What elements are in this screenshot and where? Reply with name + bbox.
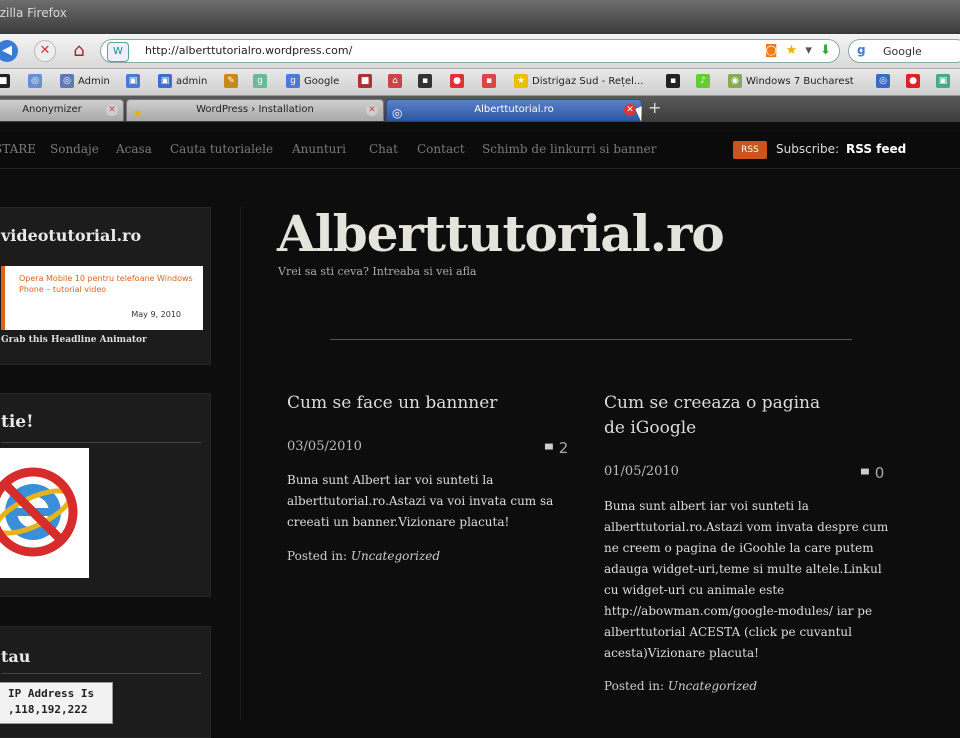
tab-close-icon[interactable]: ✕ (624, 104, 636, 116)
widget-title: tau (1, 647, 31, 666)
tab-strip: Anonymizer ✕ ★ WordPress › Installation … (0, 96, 960, 122)
ip-label: IP Address Is (8, 687, 95, 700)
bookmark-google[interactable]: g Google (286, 73, 339, 91)
nav-stare[interactable]: STARE (0, 142, 36, 156)
tab-anonymizer[interactable]: Anonymizer ✕ (0, 99, 124, 121)
comment-icon: ▀ (861, 470, 869, 481)
nav-cauta-tutorialele[interactable]: Cauta tutorialele (170, 142, 273, 156)
home-button[interactable]: ⌂ (68, 40, 90, 62)
nav-contact[interactable]: Contact (417, 142, 465, 156)
no-ie-widget: tie! (0, 393, 211, 597)
nav-sondaje[interactable]: Sondaje (50, 142, 99, 156)
window-title: Mozilla Firefox (0, 6, 67, 20)
back-button[interactable]: ◀ (0, 40, 18, 62)
window-title-bar[interactable]: Mozilla Firefox (0, 0, 960, 34)
site-identity-icon[interactable]: W (107, 42, 129, 62)
search-bar[interactable]: g Google (848, 39, 960, 63)
headline-card[interactable]: Opera Mobile 10 pentru telefoane Windows… (1, 266, 203, 330)
new-tab-button[interactable]: + (648, 98, 661, 117)
tab-close-icon[interactable]: ✕ (366, 104, 378, 116)
bookmark-icon-5[interactable]: g (253, 73, 271, 91)
post-date: 01/05/2010 (604, 464, 679, 479)
bookmark-icon-11[interactable]: ▪ (666, 73, 684, 91)
ip-address-widget: tau IP Address Is ,118,192,222 (0, 626, 211, 738)
ip-value: ,118,192,222 (8, 703, 88, 716)
google-icon[interactable]: g (857, 43, 866, 57)
bookmark-icon-9[interactable]: ● (450, 73, 468, 91)
divider (1, 442, 201, 443)
bookmark-icon-14[interactable]: ● (906, 73, 924, 91)
tab-alberttutorial[interactable]: ◎ Alberttutorial.ro ✕ (386, 99, 642, 121)
post-title[interactable]: Cum se face un bannner (287, 391, 587, 416)
download-icon[interactable]: ⬇ (820, 43, 831, 58)
bookmark-icon-3[interactable]: ▣ (126, 73, 144, 91)
search-engine-label: Google (883, 45, 922, 58)
grab-headline-link[interactable]: Grab this Headline Animator (1, 335, 147, 345)
bookmark-icon-8[interactable]: ▪ (418, 73, 436, 91)
nav-anunturi[interactable]: Anunturi (292, 142, 346, 156)
card-accent (1, 266, 5, 330)
tab-wordpress-installation[interactable]: ★ WordPress › Installation ✕ (126, 99, 384, 121)
bookmark-icon-4[interactable]: ✎ (224, 73, 242, 91)
post-excerpt: Buna sunt albert iar voi sunteti la albe… (604, 499, 889, 660)
bookmark-admin-2[interactable]: ▣ admin (158, 73, 207, 91)
star-icon: ★ (132, 106, 143, 120)
post-title[interactable]: Cum se creeaza o pagina de iGoogle (604, 391, 834, 441)
site-favicon-icon: ◎ (392, 106, 403, 120)
bookmarks-toolbar: ■ ◎ ◎ Admin ▣ ▣ admin ✎ g g Google ■ ⌂ ▪ ● … (0, 69, 960, 96)
url-bar-icons: ◙ ★ ▾ ⬇ (761, 43, 831, 58)
url-text[interactable]: http://alberttutorialro.wordpress.com/ (145, 44, 352, 57)
post-date: 03/05/2010 (287, 439, 362, 454)
divider (1, 673, 201, 674)
nav-schimb-linkuri[interactable]: Schimb de linkurri si banner (482, 142, 656, 156)
post-excerpt: Buna sunt Albert iar voi sunteti la albe… (287, 473, 554, 529)
post-1: Cum se face un bannner (287, 391, 587, 416)
subscribe-label: Subscribe: (776, 142, 839, 156)
comment-icon: ▀ (545, 445, 553, 456)
rss-feed-link[interactable]: RSS feed (846, 142, 906, 156)
bookmark-distrigaz[interactable]: ★ Distrigaz Sud - Rețel... (514, 73, 643, 91)
bookmark-icon-2[interactable]: ◎ (28, 73, 46, 91)
bookmark-icon-12[interactable]: ♪ (696, 73, 714, 91)
post-meta: Posted in: Uncategorized (287, 549, 441, 563)
no-internet-explorer-image[interactable] (0, 448, 89, 578)
tab-close-icon[interactable]: ✕ (106, 104, 118, 116)
url-bar[interactable]: W http://alberttutorialro.wordpress.com/… (100, 39, 840, 63)
post-meta: Posted in: Uncategorized (604, 679, 758, 693)
bookmark-icon-13[interactable]: ◎ (876, 73, 894, 91)
site-tagline: Vrei sa sti ceva? Intreaba si vei afla (278, 265, 477, 278)
widget-title: tie! (1, 412, 34, 432)
nav-chat[interactable]: Chat (369, 142, 398, 156)
site-title[interactable]: Alberttutorial.ro (277, 204, 725, 263)
bookmark-star-icon[interactable]: ★ (786, 43, 798, 58)
nav-acasa[interactable]: Acasa (116, 142, 152, 156)
headline-animator-widget: videotutorial.ro Opera Mobile 10 pentru … (0, 207, 211, 365)
navigation-toolbar: ◀ ✕ ⌂ W http://alberttutorialro.wordpres… (0, 34, 960, 69)
post-2: Cum se creeaza o pagina de iGoogle (604, 391, 834, 441)
rss-icon[interactable]: ◙ (765, 43, 778, 58)
bookmark-icon-7[interactable]: ⌂ (388, 73, 406, 91)
bookmark-windows7[interactable]: ◉ Windows 7 Bucharest (728, 73, 854, 91)
stop-button[interactable]: ✕ (34, 40, 56, 62)
headline-link[interactable]: Opera Mobile 10 pentru telefoane Windows… (19, 273, 199, 295)
post-comments[interactable]: ▀ 0 (861, 464, 884, 482)
header-divider (330, 339, 852, 340)
post-comments[interactable]: ▀ 2 (545, 439, 568, 457)
bookmark-icon-10[interactable]: ▪ (482, 73, 500, 91)
category-link[interactable]: Uncategorized (668, 679, 757, 693)
dropdown-arrow-icon[interactable]: ▾ (805, 43, 812, 58)
ip-address-box: IP Address Is ,118,192,222 (0, 682, 113, 724)
rss-badge[interactable]: RSS (733, 141, 767, 159)
column-separator (240, 207, 241, 720)
bookmark-icon-6[interactable]: ■ (358, 73, 376, 91)
category-link[interactable]: Uncategorized (351, 549, 440, 563)
bookmark-icon-15[interactable]: ▣ (936, 73, 954, 91)
bookmark-icon-1[interactable]: ■ (0, 73, 14, 91)
widget-title: videotutorial.ro (1, 226, 142, 245)
bookmark-admin-1[interactable]: ◎ Admin (60, 73, 110, 91)
headline-date: May 9, 2010 (131, 310, 181, 319)
